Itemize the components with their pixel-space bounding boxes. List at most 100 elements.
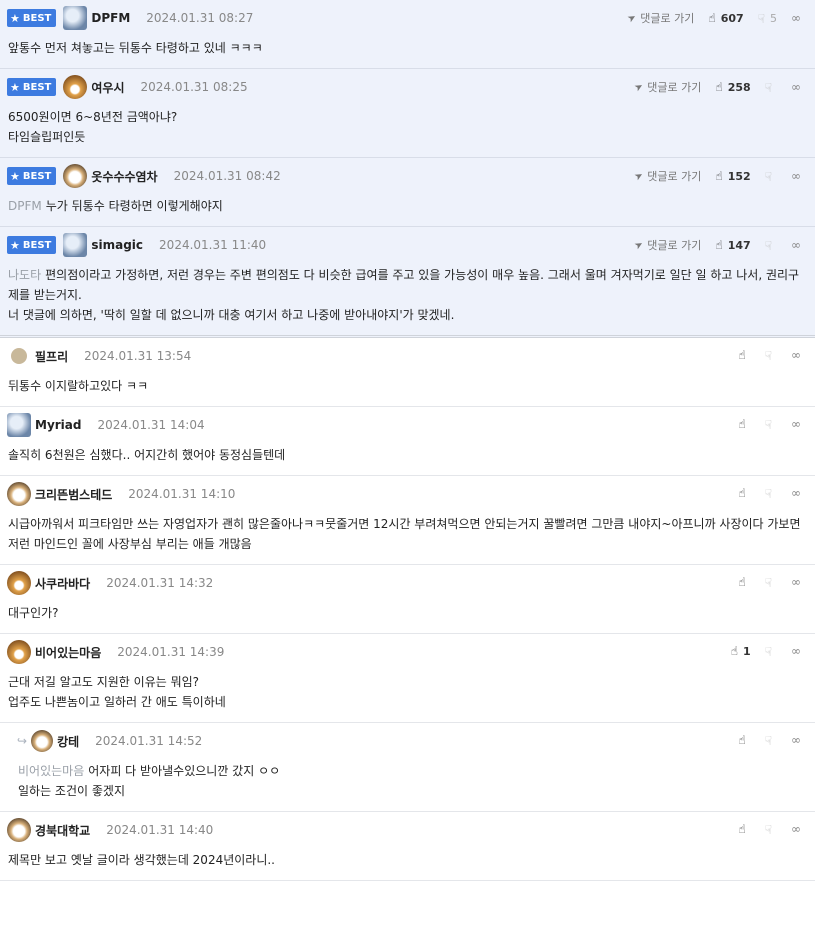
downvote-button[interactable]: ☝ [765, 733, 777, 747]
author-nickname[interactable]: DPFM [91, 11, 130, 25]
avatar[interactable] [31, 730, 54, 752]
author-nickname[interactable]: Myriad [35, 418, 81, 432]
upvote-button[interactable]: ☝ 607 [708, 11, 743, 25]
link-icon[interactable]: ∞ [791, 575, 801, 589]
downvote-button[interactable]: ☝ [765, 644, 777, 658]
link-icon[interactable]: ∞ [791, 486, 801, 500]
comment-text: 뒤통수 이지랄하고있다 ㅋㅋ [8, 379, 149, 393]
comment-text: 앞통수 먼저 쳐놓고는 뒤통수 타령하고 있네 ㅋㅋㅋ [8, 41, 263, 55]
comment-date: 2024.01.31 08:42 [173, 169, 281, 183]
thumbs-up-icon: ☝ [708, 11, 716, 25]
link-icon[interactable]: ∞ [791, 169, 801, 183]
link-icon[interactable]: ∞ [791, 644, 801, 658]
avatar[interactable] [7, 482, 31, 506]
downvote-button[interactable]: ☝ [765, 575, 777, 589]
comment-body: 6500원이면 6~8년전 금액아냐? 타임슬립퍼인듯 [7, 105, 807, 157]
downvote-button[interactable]: ☝ [765, 348, 777, 362]
reply-comment: ↪ 캉테 2024.01.31 14:52 ☝ ☝ ∞ 비어있는마음 어자피 다 받아낼수있으… [0, 723, 815, 812]
thumbs-up-icon: ☝ [738, 822, 746, 836]
author-nickname[interactable]: 비어있는마음 [35, 644, 101, 661]
author-nickname[interactable]: 경북대학교 [35, 822, 90, 839]
upvote-button[interactable]: ☝ 147 [715, 238, 750, 252]
author-nickname[interactable]: 옷수수수염차 [91, 168, 157, 185]
downvote-button[interactable]: ☝ [765, 238, 777, 252]
author-nickname[interactable]: 필프리 [35, 348, 68, 365]
upvote-button[interactable]: ☝ [738, 822, 750, 836]
mention-nickname[interactable]: DPFM [8, 199, 42, 213]
thumbs-down-icon: ☝ [764, 238, 772, 252]
comment-date: 2024.01.31 08:27 [146, 11, 254, 25]
goto-comment-button[interactable]: ➤ 댓글로 가기 [632, 79, 702, 95]
avatar[interactable] [63, 233, 88, 257]
comment-text: 시급아까워서 피크타임만 쓰는 자영업자가 괜히 많은줄아나ㅋㅋ뭇줄거면 12시… [8, 517, 801, 551]
star-icon: ★ [10, 169, 20, 183]
comment-line: 타임슬립퍼인듯 [8, 127, 807, 147]
avatar[interactable] [63, 164, 88, 188]
link-icon[interactable]: ∞ [791, 417, 801, 431]
send-arrow-icon: ➤ [625, 11, 639, 25]
author-nickname[interactable]: 사쿠라바다 [35, 575, 90, 592]
avatar[interactable] [7, 818, 31, 842]
upvote-button[interactable]: ☝ [738, 575, 750, 589]
avatar[interactable] [63, 75, 88, 99]
comment: 크리뜬범스테드 2024.01.31 14:10 ☝ ☝ ∞ 시급아까워서 피크타임만 쓰… [0, 476, 815, 565]
goto-comment-button[interactable]: ➤ 댓글로 가기 [625, 10, 695, 26]
thumbs-up-icon: ☝ [738, 417, 746, 431]
comment-line: DPFM 누가 뒤통수 타령하면 이렇게해야지 [8, 196, 807, 216]
avatar[interactable] [7, 640, 31, 664]
comment-actions: ☝ 1 ☝ ∞ [731, 644, 801, 658]
upvote-button[interactable]: ☝ 1 [731, 644, 751, 658]
comment-text: 대구인가? [8, 606, 59, 620]
upvote-button[interactable]: ☝ [738, 486, 750, 500]
avatar[interactable] [7, 413, 31, 437]
comment-date: 2024.01.31 14:10 [128, 487, 236, 501]
author-nickname[interactable]: simagic [91, 238, 143, 252]
avatar[interactable] [7, 571, 31, 595]
downvote-button[interactable]: ☝ [765, 822, 777, 836]
send-arrow-icon: ➤ [632, 80, 646, 94]
link-icon[interactable]: ∞ [791, 238, 801, 252]
upvote-count: 607 [720, 11, 744, 25]
link-icon[interactable]: ∞ [791, 822, 801, 836]
comment: 비어있는마음 2024.01.31 14:39 ☝ 1 ☝ ∞ 근대 저길 알고도 지원한 … [0, 634, 815, 723]
downvote-button[interactable]: ☝ [765, 486, 777, 500]
star-icon: ★ [10, 11, 20, 25]
best-label: BEST [22, 170, 52, 182]
comment-line: 업주도 나쁜놈이고 일하러 간 애도 특이하네 [8, 692, 807, 712]
downvote-button[interactable]: ☝ [765, 169, 777, 183]
link-icon[interactable]: ∞ [791, 11, 801, 25]
author-nickname[interactable]: 캉테 [57, 733, 79, 750]
link-icon[interactable]: ∞ [791, 733, 801, 747]
comment-actions: ➤ 댓글로 가기 ☝ 152 ☝ ∞ [633, 168, 801, 184]
best-badge: ★ BEST [7, 9, 57, 27]
goto-comment-button[interactable]: ➤ 댓글로 가기 [633, 168, 702, 184]
link-icon[interactable]: ∞ [791, 80, 801, 94]
upvote-button[interactable]: ☝ 258 [715, 80, 750, 94]
star-icon: ★ [10, 80, 20, 94]
author-nickname[interactable]: 여우시 [91, 79, 124, 96]
comment: Myriad 2024.01.31 14:04 ☝ ☝ ∞ 솔직히 6천원은 심했다.. … [0, 407, 815, 476]
mention-nickname[interactable]: 비어있는마음 [18, 764, 84, 778]
star-icon: ★ [10, 238, 20, 252]
thumbs-down-icon: ☝ [764, 80, 772, 94]
link-icon[interactable]: ∞ [791, 348, 801, 362]
upvote-button[interactable]: ☝ [738, 348, 750, 362]
best-comment: ★ BEST 여우시 2024.01.31 08:25 ➤ 댓글로 가기 ☝ 258 ☝ ∞ 650… [0, 69, 815, 158]
upvote-button[interactable]: ☝ 152 [715, 169, 750, 183]
downvote-button[interactable]: ☝ [765, 417, 777, 431]
avatar[interactable] [11, 348, 27, 364]
comment-text: 편의점이라고 가정하면, 저런 경우는 주변 편의점도 다 비슷한 급여를 주고… [8, 268, 800, 302]
mention-nickname[interactable]: 나도타 [8, 268, 41, 282]
downvote-button[interactable]: ☝ [765, 80, 777, 94]
upvote-button[interactable]: ☝ [738, 417, 750, 431]
comment-body: 비어있는마음 어자피 다 받아낼수있으니깐 갔지 ㅇㅇ 일하는 조건이 좋겠지 [17, 759, 807, 811]
thumbs-down-icon: ☝ [764, 733, 772, 747]
goto-comment-label: 댓글로 가기 [640, 12, 695, 25]
comment-text: 일하는 조건이 좋겠지 [18, 784, 125, 798]
comment-date: 2024.01.31 14:39 [117, 645, 225, 659]
upvote-button[interactable]: ☝ [738, 733, 750, 747]
author-nickname[interactable]: 크리뜬범스테드 [35, 486, 112, 503]
goto-comment-button[interactable]: ➤ 댓글로 가기 [633, 237, 702, 253]
avatar[interactable] [63, 6, 88, 30]
downvote-button[interactable]: ☝ 5 [758, 11, 777, 25]
